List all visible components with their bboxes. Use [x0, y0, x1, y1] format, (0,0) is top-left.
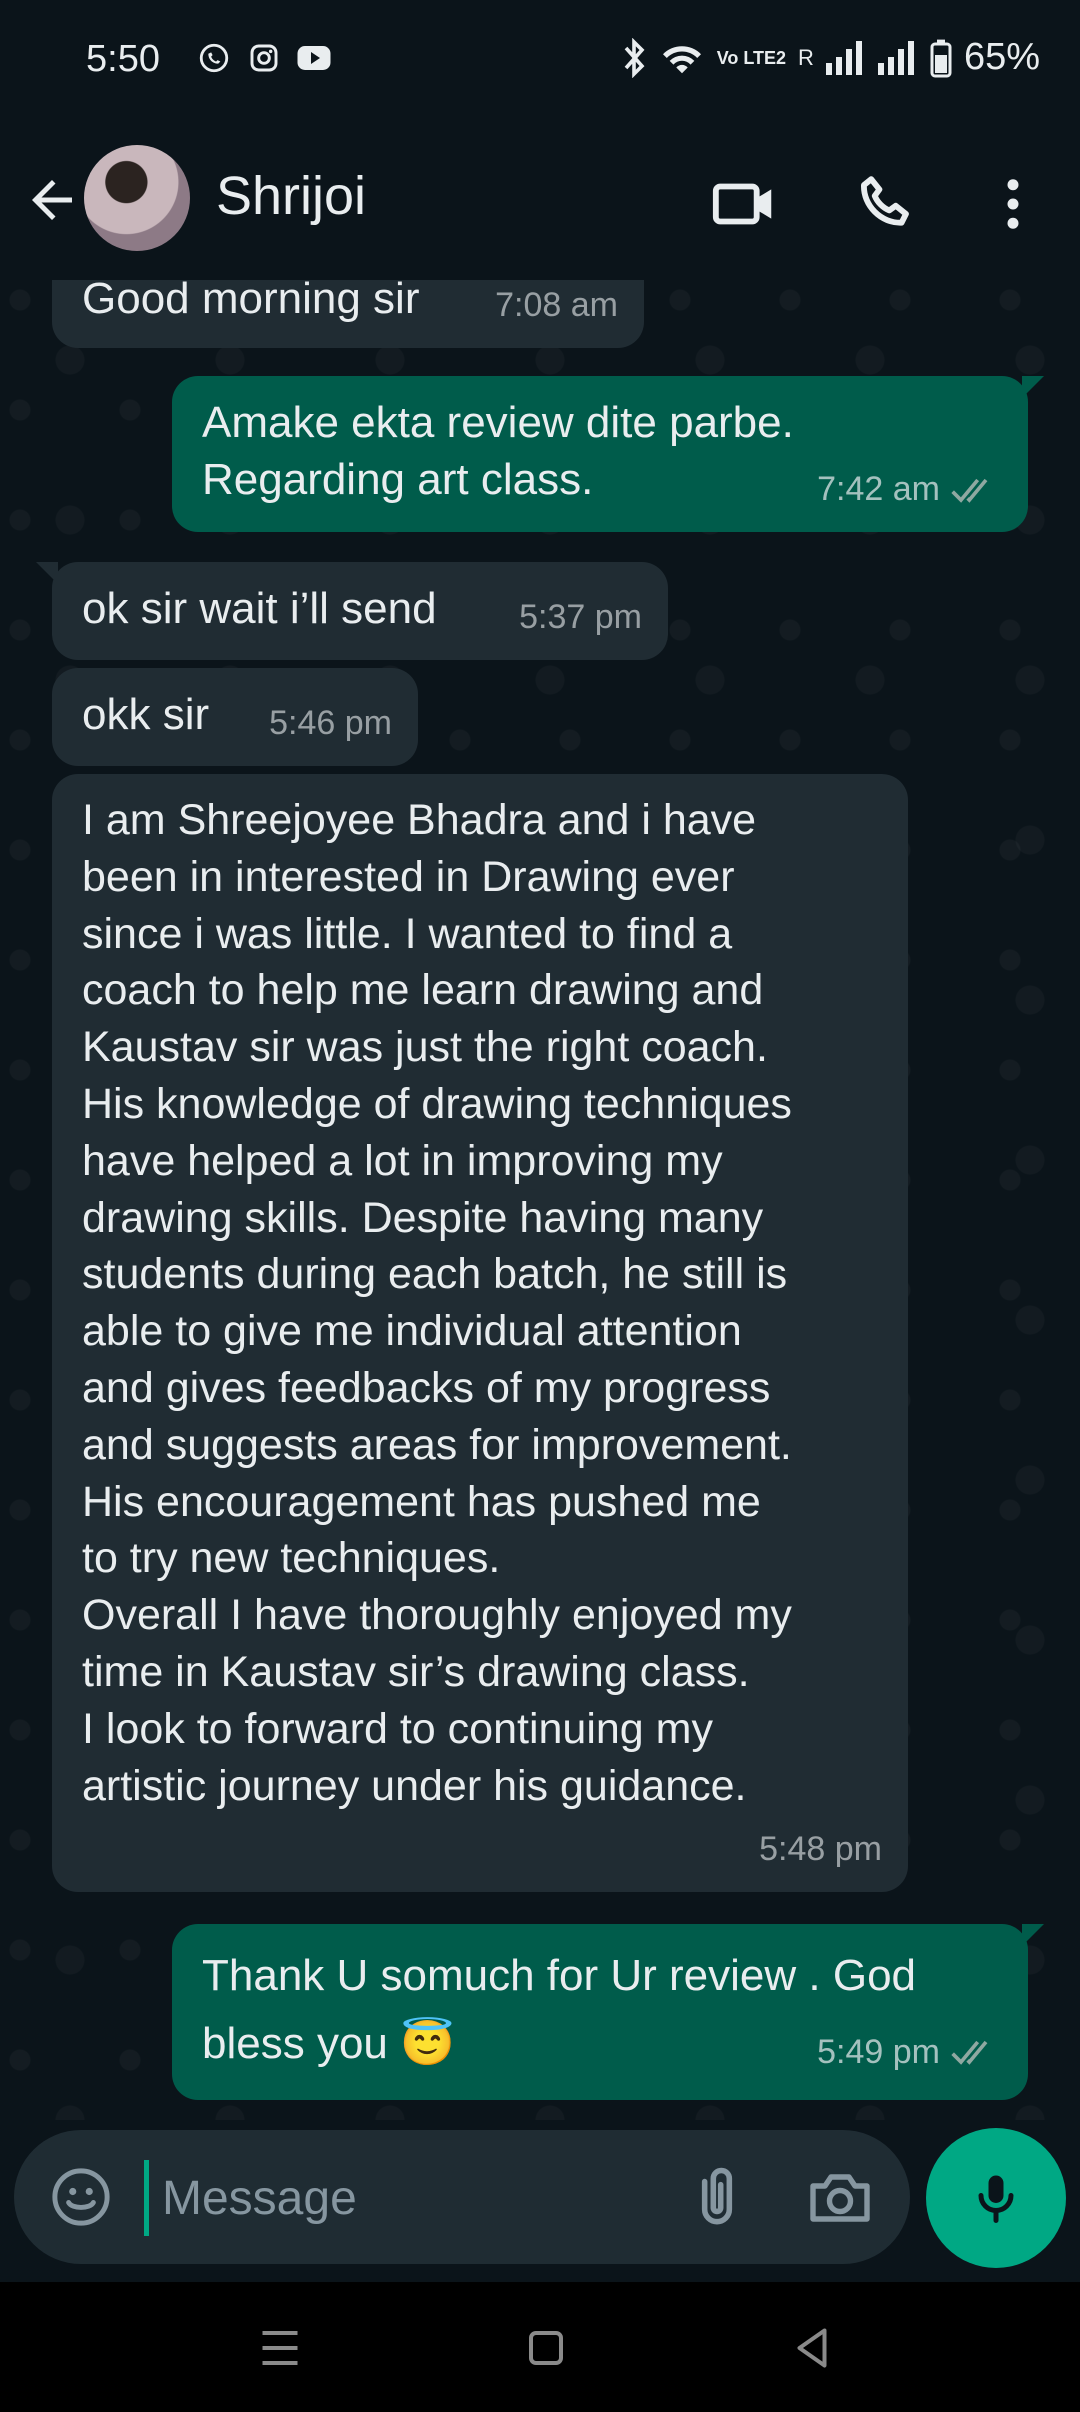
camera-icon[interactable] [804, 2162, 876, 2234]
outgoing-message[interactable]: Thank U somuch for Ur review . God bless… [172, 1924, 1044, 2100]
back-icon[interactable] [782, 2318, 842, 2378]
contact-name[interactable]: Shrijoi [216, 165, 366, 227]
read-ticks-icon [951, 2040, 988, 2065]
menu-icon[interactable] [250, 2318, 310, 2378]
emoji-icon[interactable] [48, 2164, 114, 2230]
signal-icon [877, 40, 914, 75]
mic-icon [978, 2175, 1014, 2223]
avatar[interactable] [84, 145, 190, 251]
wifi-icon [662, 45, 701, 73]
signal-icon [825, 40, 862, 75]
youtube-icon [296, 40, 332, 76]
mic-button[interactable] [926, 2128, 1066, 2268]
message-text: I am Shreejoyee Bhadra and i have been i… [82, 796, 792, 1810]
home-icon[interactable] [516, 2318, 576, 2378]
status-bar: 5:50 Vo LTE2 R 65% [0, 0, 1080, 125]
message-time: 5:48 pm [759, 1830, 882, 1869]
roaming-label: R [798, 44, 814, 70]
notification-icons [196, 40, 332, 76]
message-list[interactable]: Good morning sir 7:08 am Amake ekta revi… [0, 280, 1080, 2120]
whatsapp-icon [196, 40, 232, 76]
video-call-icon[interactable] [710, 169, 780, 239]
message-time: 5:46 pm [269, 704, 392, 742]
status-time: 5:50 [86, 38, 160, 80]
system-nav-bar [0, 2282, 1080, 2412]
read-ticks-icon [951, 478, 988, 503]
message-input[interactable] [160, 2154, 644, 2242]
more-options-icon[interactable] [980, 169, 1046, 239]
chat-header: Shrijoi [0, 125, 1080, 281]
message-time: 7:08 am [495, 286, 618, 324]
text-cursor [144, 2160, 149, 2236]
battery-percent: 65% [963, 36, 1040, 78]
system-status-icons: Vo LTE2 R 65% [621, 36, 1040, 79]
instagram-icon [246, 40, 282, 76]
incoming-message[interactable]: I am Shreejoyee Bhadra and i have been i… [52, 774, 908, 1892]
message-time: 5:37 pm [519, 598, 642, 636]
bluetooth-icon [624, 37, 645, 78]
back-arrow-icon[interactable] [22, 170, 82, 230]
voice-call-icon[interactable] [852, 169, 922, 239]
outgoing-message[interactable]: Amake ekta review dite parbe. Regarding … [172, 376, 1044, 532]
battery-icon [930, 39, 952, 77]
incoming-message[interactable]: okk sir 5:46 pm [52, 668, 418, 766]
volte-icon: Vo LTE2 [716, 47, 787, 68]
message-time: 7:42 am [817, 461, 1002, 518]
message-time: 5:49 pm [817, 2018, 1002, 2086]
attach-icon[interactable] [680, 2160, 754, 2234]
message-composer [14, 2130, 910, 2264]
incoming-message[interactable]: ok sir wait i’ll send 5:37 pm [36, 562, 668, 660]
incoming-message[interactable]: Good morning sir 7:08 am [52, 280, 644, 348]
